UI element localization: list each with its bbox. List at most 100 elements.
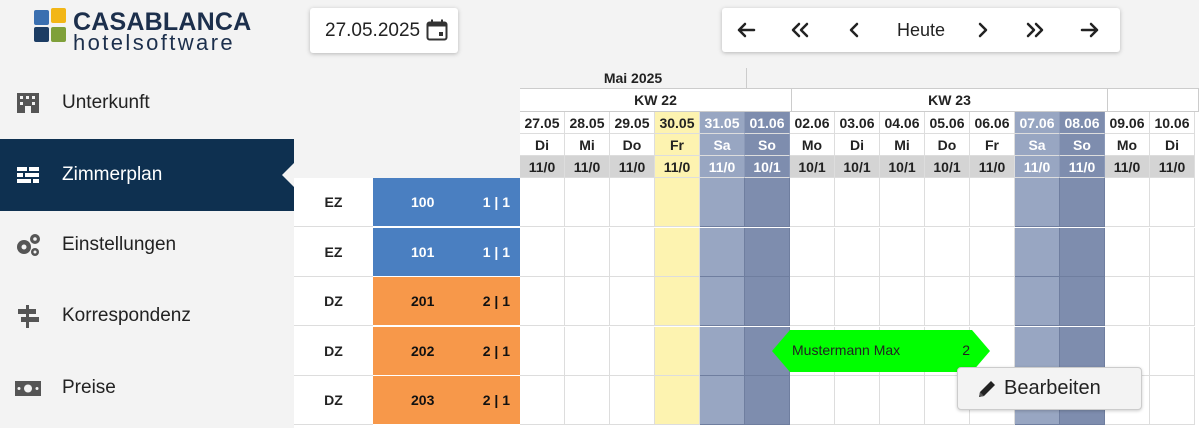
edit-button[interactable]: Bearbeiten xyxy=(957,367,1142,410)
grid-cell[interactable] xyxy=(970,227,1015,277)
grid-cell[interactable] xyxy=(565,178,610,227)
grid-cell[interactable] xyxy=(700,178,745,227)
sidebar-item-label: Zimmerplan xyxy=(62,164,163,185)
grid-cell[interactable] xyxy=(970,277,1015,327)
grid-cell[interactable] xyxy=(1015,277,1060,327)
grid-cell[interactable] xyxy=(700,277,745,327)
sidebar-item-korrespondenz[interactable]: Korrespondenz xyxy=(0,280,294,352)
grid-cell[interactable] xyxy=(745,376,790,426)
grid-cell[interactable] xyxy=(835,277,880,327)
grid-cell[interactable] xyxy=(1060,178,1105,227)
grid-cell[interactable] xyxy=(520,376,565,426)
grid-cell[interactable] xyxy=(655,326,700,376)
grid-cell[interactable] xyxy=(610,326,655,376)
next-day-button[interactable] xyxy=(963,8,1003,52)
grid-cell[interactable] xyxy=(745,227,790,277)
room-number: 202 xyxy=(411,342,435,359)
grid-cell[interactable] xyxy=(1150,277,1195,327)
grid-cell[interactable] xyxy=(1105,227,1150,277)
grid-cell[interactable] xyxy=(880,376,925,426)
calendar-icon[interactable] xyxy=(426,19,448,41)
grid-cell[interactable] xyxy=(880,277,925,327)
day-weekday: Di xyxy=(520,134,565,156)
month-header: Mai 2025 xyxy=(520,68,747,89)
today-button[interactable]: Heute xyxy=(880,8,962,52)
room-label[interactable]: 100 1 | 1 xyxy=(373,178,520,227)
grid-cell[interactable] xyxy=(655,227,700,277)
grid-cell[interactable] xyxy=(1105,277,1150,327)
grid-cell[interactable] xyxy=(520,227,565,277)
logo-square-yellow xyxy=(51,8,66,23)
grid-cell[interactable] xyxy=(565,376,610,426)
date-field[interactable]: 27.05.2025 xyxy=(325,20,420,42)
grid-cell[interactable] xyxy=(880,227,925,277)
grid-cell[interactable] xyxy=(565,227,610,277)
day-date: 31.05 xyxy=(700,112,745,134)
grid-cell[interactable] xyxy=(880,178,925,227)
grid-cell[interactable] xyxy=(520,326,565,376)
room-type: EZ xyxy=(294,227,373,277)
grid-cell[interactable] xyxy=(835,227,880,277)
sidebar-item-preise[interactable]: Preise xyxy=(0,352,294,424)
gears-icon xyxy=(17,234,40,256)
grid-cell[interactable] xyxy=(1150,376,1195,426)
grid-cell[interactable] xyxy=(745,178,790,227)
prev-month-button[interactable] xyxy=(726,8,766,52)
grid-cell[interactable] xyxy=(610,376,655,426)
grid-cell[interactable] xyxy=(565,277,610,327)
booking-bar[interactable]: Mustermann Max 2 xyxy=(772,330,990,372)
day-availability: 11/0 xyxy=(1060,156,1105,178)
grid-cell[interactable] xyxy=(700,376,745,426)
chevron-left-icon xyxy=(849,22,859,38)
grid-cell[interactable] xyxy=(1015,227,1060,277)
grid-cell[interactable] xyxy=(1105,178,1150,227)
grid-cell[interactable] xyxy=(835,178,880,227)
grid-cell[interactable] xyxy=(925,227,970,277)
date-picker[interactable]: 27.05.2025 xyxy=(310,8,458,53)
grid-cell[interactable] xyxy=(835,376,880,426)
grid-cell[interactable] xyxy=(925,277,970,327)
pencil-icon xyxy=(979,381,995,397)
grid-cell[interactable] xyxy=(745,277,790,327)
sidebar-item-einstellungen[interactable]: Einstellungen xyxy=(0,209,294,281)
sidebar-item-zimmerplan[interactable]: Zimmerplan xyxy=(0,139,294,211)
grid-cell[interactable] xyxy=(655,277,700,327)
room-type: DZ xyxy=(294,376,373,426)
grid-cell[interactable] xyxy=(520,277,565,327)
grid-cell[interactable] xyxy=(1150,227,1195,277)
grid-cell[interactable] xyxy=(610,227,655,277)
grid-cell[interactable] xyxy=(1150,178,1195,227)
grid-cell[interactable] xyxy=(970,178,1015,227)
grid-cell[interactable] xyxy=(1150,326,1195,376)
grid-cell[interactable] xyxy=(790,178,835,227)
grid-cell[interactable] xyxy=(790,227,835,277)
prev-day-button[interactable] xyxy=(834,8,874,52)
grid-cell[interactable] xyxy=(925,178,970,227)
room-label[interactable]: 202 2 | 1 xyxy=(373,326,520,376)
room-plan-grid: Mai 2025 KW 22 KW 23 27.05 Di 11/0 28.05 Mi 1… xyxy=(294,68,1199,428)
room-label[interactable]: 203 2 | 1 xyxy=(373,376,520,426)
day-weekday: Mo xyxy=(790,134,835,156)
day-availability: 11/0 xyxy=(700,156,745,178)
grid-cell[interactable] xyxy=(700,227,745,277)
grid-cell[interactable] xyxy=(1060,227,1105,277)
grid-cell[interactable] xyxy=(655,178,700,227)
grid-cell[interactable] xyxy=(565,326,610,376)
room-label[interactable]: 101 1 | 1 xyxy=(373,227,520,277)
next-month-button[interactable] xyxy=(1070,8,1110,52)
prev-week-button[interactable] xyxy=(780,8,820,52)
day-availability: 11/0 xyxy=(1015,156,1060,178)
grid-cell[interactable] xyxy=(655,376,700,426)
grid-cell[interactable] xyxy=(1060,277,1105,327)
day-availability: 10/1 xyxy=(880,156,925,178)
grid-cell[interactable] xyxy=(700,326,745,376)
grid-cell[interactable] xyxy=(610,277,655,327)
room-label[interactable]: 201 2 | 1 xyxy=(373,277,520,327)
sidebar-item-unterkunft[interactable]: Unterkunft xyxy=(0,67,294,139)
grid-cell[interactable] xyxy=(790,277,835,327)
grid-cell[interactable] xyxy=(610,178,655,227)
grid-cell[interactable] xyxy=(520,178,565,227)
next-week-button[interactable] xyxy=(1015,8,1055,52)
grid-cell[interactable] xyxy=(1015,178,1060,227)
grid-cell[interactable] xyxy=(790,376,835,426)
